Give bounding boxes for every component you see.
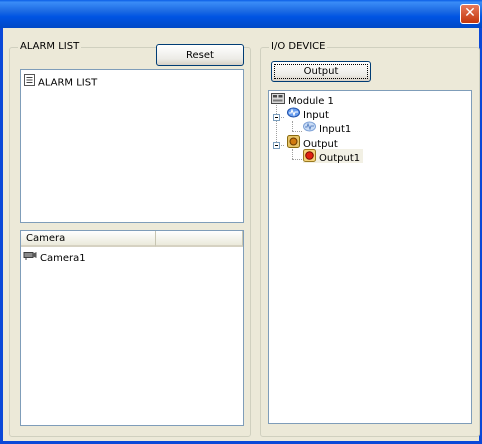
list-item[interactable]: Camera1: [23, 251, 86, 265]
input-icon: [287, 107, 300, 123]
list-item[interactable]: ALARM LIST: [24, 74, 98, 91]
io-device-tree[interactable]: Module 1 Input Input1 Output Output1: [268, 90, 472, 424]
camera-column-header[interactable]: Camera: [21, 231, 156, 247]
module-label: Module 1: [288, 96, 334, 107]
tree-node-input[interactable]: Input: [287, 107, 329, 121]
output-icon: [287, 135, 300, 153]
camera-list[interactable]: Camera Camera1: [20, 230, 244, 426]
camera-list-item-label: Camera1: [40, 253, 86, 264]
tree-connector: [276, 105, 277, 146]
empty-column-header[interactable]: [156, 231, 243, 247]
reset-button[interactable]: Reset: [156, 44, 244, 66]
tree-node-output1[interactable]: Output1: [303, 149, 364, 164]
alarm-list-group-label: ALARM LIST: [18, 41, 82, 52]
camera-icon: [23, 251, 37, 265]
title-bar[interactable]: ✕: [0, 0, 482, 28]
tree-connector: [292, 159, 302, 160]
alarm-list[interactable]: ALARM LIST: [20, 69, 244, 223]
output-button[interactable]: Output: [271, 61, 371, 82]
tree-node-output[interactable]: Output: [287, 135, 338, 150]
expand-collapse-toggle[interactable]: [273, 114, 280, 121]
tree-node-module[interactable]: Module 1: [271, 93, 334, 107]
io-alarm-dialog: ✕ ALARM LIST Reset ALARM LIST Camera Cam…: [0, 0, 482, 444]
alarm-list-item-label: ALARM LIST: [38, 77, 98, 89]
input1-label: Input1: [319, 124, 352, 135]
module-icon: [271, 93, 285, 109]
output-signal-icon: [303, 149, 316, 167]
window-frame-left: [0, 28, 3, 444]
tree-node-input1[interactable]: Input1: [303, 121, 351, 135]
output1-label: Output1: [319, 153, 361, 164]
input-label: Input: [303, 110, 329, 121]
document-list-icon: [24, 74, 35, 91]
expand-collapse-toggle[interactable]: [273, 142, 280, 149]
io-device-group-label: I/O DEVICE: [269, 41, 328, 52]
close-icon[interactable]: ✕: [460, 4, 480, 24]
tree-connector: [292, 131, 302, 132]
